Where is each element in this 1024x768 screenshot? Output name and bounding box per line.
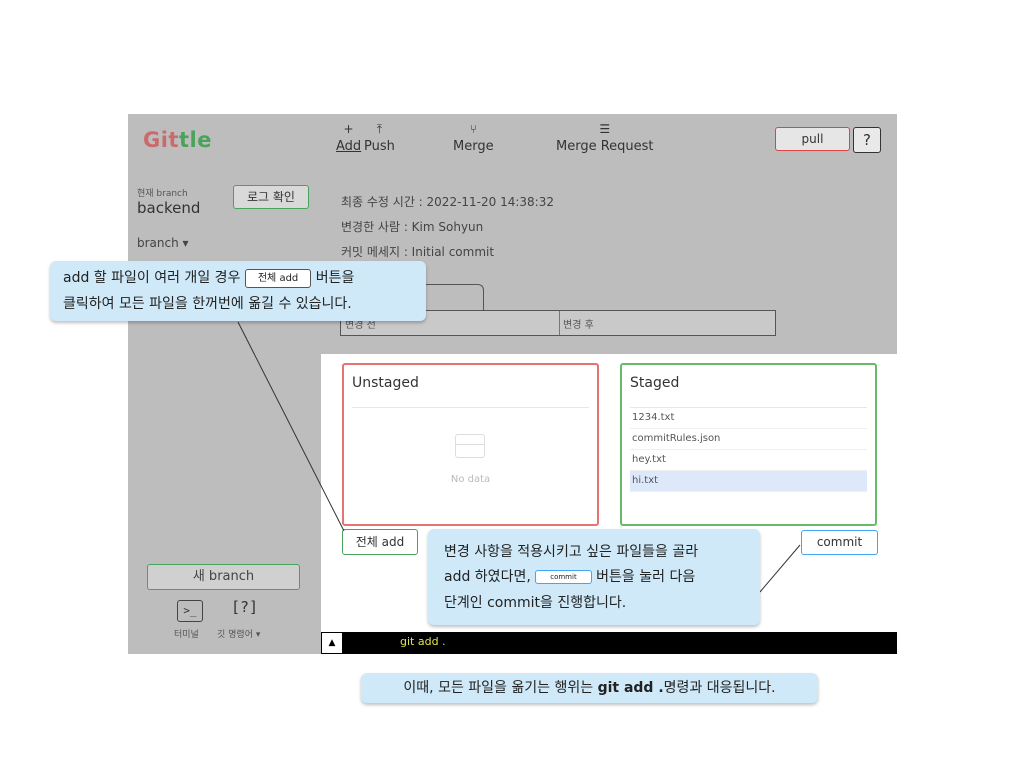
add-tool-label: Add — [336, 139, 362, 154]
branch-dropdown[interactable]: branch ▾ — [137, 236, 189, 250]
logo-part-git: Git — [143, 128, 179, 152]
unstaged-divider — [352, 407, 589, 408]
diff-divider — [559, 311, 560, 335]
commit-tip-line-2: add 하였다면, commit 버튼을 눌러 다음 — [444, 566, 695, 586]
expand-terminal-icon[interactable]: ▲ — [321, 632, 343, 654]
commit-time: 최종 수정 시간 : 2022-11-20 14:38:32 — [341, 195, 554, 209]
unstaged-title: Unstaged — [352, 375, 419, 391]
merge-tool-button[interactable]: ⑂ Merge — [453, 122, 494, 156]
merge-request-tool-button[interactable]: ☰ Merge Request — [556, 122, 654, 156]
pull-button[interactable]: pull — [775, 127, 850, 151]
git-add-tip-text-b: 명령과 대응됩니다. — [663, 680, 776, 696]
list-check-icon: ☰ — [599, 122, 611, 136]
commit-message: 커밋 메세지 : Initial commit — [341, 245, 495, 259]
sidebar: 현재 branch backend 로그 확인 branch ▾ 새 branc… — [128, 171, 321, 654]
staged-file-item[interactable]: 1234.txt — [630, 408, 867, 429]
add-all-button[interactable]: 전체 add — [342, 529, 418, 555]
terminal-bar: ▲ git add . — [321, 632, 897, 654]
add-all-tip-text-b: 버튼을 — [315, 270, 355, 286]
git-add-tip-callout: 이때, 모든 파일을 옮기는 행위는 git add .명령과 대응됩니다. — [361, 673, 818, 703]
commit-author: 변경한 사람 : Kim Sohyun — [341, 220, 484, 234]
git-command-dropdown[interactable]: 깃 명령어 ▾ — [217, 627, 260, 640]
merge-icon: ⑂ — [469, 122, 477, 136]
help-button[interactable]: ? — [853, 127, 881, 153]
staged-title: Staged — [630, 375, 680, 391]
push-tool-label: Push — [364, 139, 395, 154]
no-data-text: No data — [450, 474, 491, 485]
commit-tip-line-3: 단계인 commit을 진행합니다. — [444, 595, 627, 611]
commit-tip-text-b: 버튼을 눌러 다음 — [596, 569, 696, 585]
commit-tip-line-1: 변경 사항을 적용시키고 싶은 파일들을 골라 — [444, 544, 699, 560]
app-header: Gittle + Add ⤒ Push ⑂ Merge ☰ Merge Requ… — [128, 114, 897, 171]
add-tool-button[interactable]: + Add — [336, 122, 361, 156]
add-all-tip-line-1: add 할 파일이 여러 개일 경우 전체 add 버튼을 — [63, 267, 354, 288]
commit-tip-button-sample: commit — [535, 570, 592, 584]
git-add-tip-command: git add . — [597, 680, 664, 696]
merge-request-tool-label: Merge Request — [556, 139, 654, 154]
git-command-icon[interactable]: [?] — [231, 595, 258, 619]
merge-tool-label: Merge — [453, 139, 494, 154]
push-tool-button[interactable]: ⤒ Push — [364, 122, 395, 156]
terminal-label: 터미널 — [174, 630, 199, 640]
upload-icon: ⤒ — [376, 122, 383, 136]
new-branch-button[interactable]: 새 branch — [147, 564, 300, 590]
gittle-logo: Gittle — [143, 128, 212, 152]
current-branch-name: backend — [137, 199, 201, 217]
add-all-tip-button-sample: 전체 add — [244, 268, 312, 288]
staged-file-list: 1234.txt commitRules.json hey.txt hi.txt — [630, 408, 867, 492]
staged-file-item[interactable]: commitRules.json — [630, 429, 867, 450]
add-all-tip-text-a: add 할 파일이 여러 개일 경우 — [63, 270, 241, 286]
diff-after-label: 변경 후 — [563, 320, 594, 331]
view-log-button[interactable]: 로그 확인 — [233, 185, 309, 209]
commit-tip-text-a: add 하였다면, — [444, 569, 531, 585]
add-all-tip-callout: add 할 파일이 여러 개일 경우 전체 add 버튼을 클릭하여 모든 파일… — [50, 261, 426, 321]
current-branch-caption: 현재 branch — [137, 189, 188, 199]
staged-file-item[interactable]: hey.txt — [630, 450, 867, 471]
plus-icon: + — [343, 122, 354, 136]
empty-inbox-icon — [455, 434, 485, 458]
add-all-tip-line-2: 클릭하여 모든 파일을 한꺼번에 옮길 수 있습니다. — [63, 296, 352, 312]
staged-file-item-selected[interactable]: hi.txt — [630, 471, 867, 492]
commit-tip-callout: 변경 사항을 적용시키고 싶은 파일들을 골라 add 하였다면, commit… — [428, 529, 760, 625]
commit-button[interactable]: commit — [801, 530, 878, 555]
unstaged-panel: Unstaged No data — [342, 363, 599, 526]
logo-part-tle: tle — [178, 128, 212, 152]
terminal-icon[interactable]: >_ — [177, 600, 203, 622]
staged-panel: Staged 1234.txt commitRules.json hey.txt… — [620, 363, 877, 526]
git-add-tip-text-a: 이때, 모든 파일을 옮기는 행위는 — [403, 680, 594, 696]
terminal-command: git add . — [400, 635, 446, 648]
